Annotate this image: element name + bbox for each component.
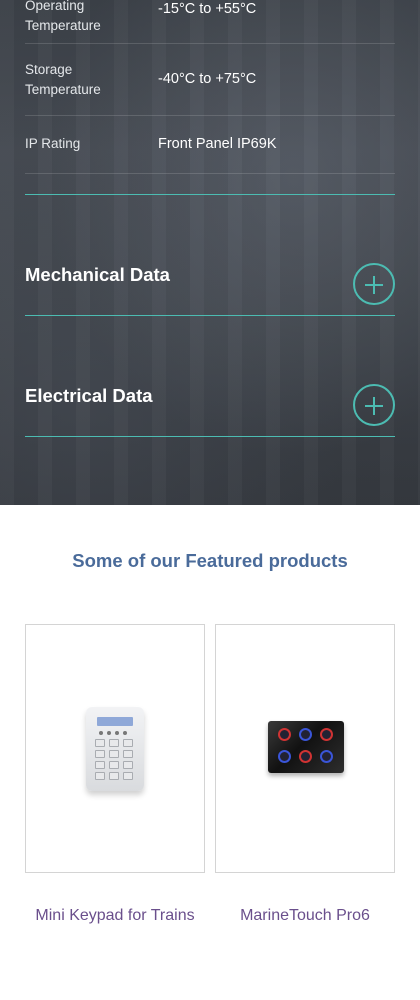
keypad-key [109,750,119,758]
blue-button-icon [278,750,291,763]
spec-row-ip-rating: IP Rating Front Panel IP69K [25,116,395,174]
spec-row-storage-temperature: Storage Temperature -40°C to +75°C [25,44,395,116]
keypad-key [95,772,105,780]
keypad-key [123,739,133,747]
spec-row-operating-temperature: Operating Temperature -15°C to +55°C [25,0,395,44]
product-card-marinetouch[interactable] [215,624,395,873]
spec-value: -40°C to +75°C [158,71,257,87]
plus-icon-stem [373,276,375,294]
product-card-mini-keypad[interactable] [25,624,205,873]
indicator-dot [115,731,119,735]
keypad-key [95,761,105,769]
keypad-display [97,717,133,726]
keypad-key [123,761,133,769]
accordion-title[interactable]: Electrical Data [25,385,153,407]
blue-button-icon [320,750,333,763]
keypad-key [123,772,133,780]
keypad-image[interactable] [86,707,144,791]
indicator-dot [123,731,127,735]
keypad-key [109,772,119,780]
red-button-icon [320,728,333,741]
accordion-title[interactable]: Mechanical Data [25,264,170,286]
indicator-dot [99,731,103,735]
red-button-icon [299,750,312,763]
spec-section: Operating Temperature -15°C to +55°C Sto… [0,0,420,505]
spec-value: -15°C to +55°C [158,1,257,17]
spec-value: Front Panel IP69K [158,136,277,152]
keypad-key [95,750,105,758]
keypad-key [109,761,119,769]
red-button-icon [278,728,291,741]
featured-products-heading: Some of our Featured products [72,550,348,571]
plus-icon-stem [373,397,375,415]
blue-button-icon [299,728,312,741]
spec-label: Storage Temperature [25,62,101,97]
keypad-key [109,739,119,747]
indicator-dot [107,731,111,735]
accordion-divider [25,436,395,437]
accordion-divider [25,315,395,316]
expand-button[interactable] [353,263,395,305]
spec-label: IP Rating [25,136,81,151]
keypad-key [95,739,105,747]
section-divider [25,194,395,195]
product-name-link[interactable]: MarineTouch Pro6 [215,904,395,927]
marinetouch-image[interactable] [268,721,344,773]
keypad-key [123,750,133,758]
spec-label: Operating Temperature [25,0,101,33]
expand-button[interactable] [353,384,395,426]
product-name-link[interactable]: Mini Keypad for Trains [25,904,205,927]
